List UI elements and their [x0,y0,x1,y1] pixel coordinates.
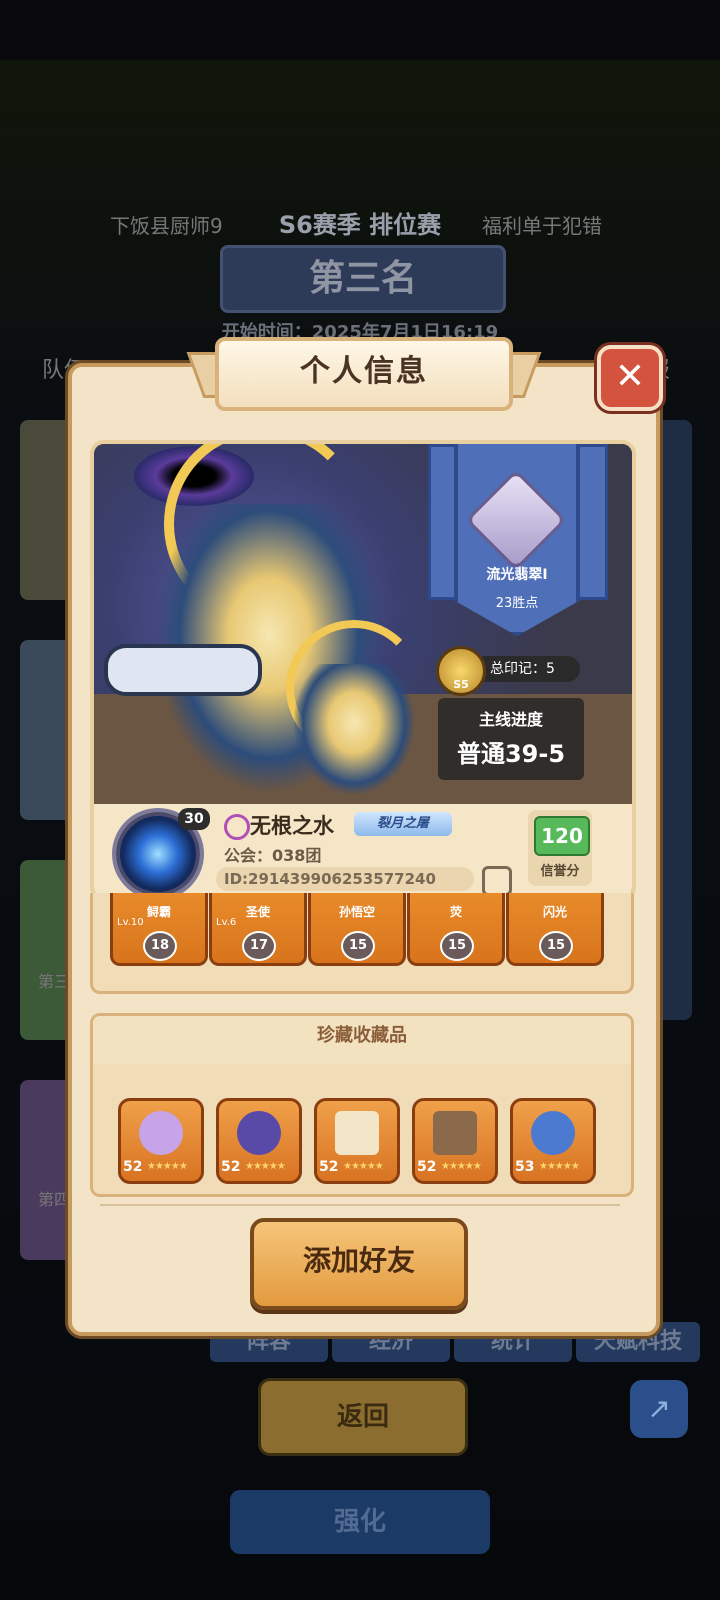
item-level: 52 [417,1159,437,1175]
marks-value: 5 [546,661,555,677]
left-player-name: 下饭县厨师9 [110,214,223,238]
credit-score: 120 信誉分 [528,810,592,886]
item-level: 53 [515,1159,535,1175]
credit-label: 信誉分 [540,864,580,879]
hero-card[interactable]: 荧 15 [407,893,505,966]
item-level: 52 [123,1159,143,1175]
hero-list: 鲟霸 Lv.10 18 圣使 Lv.6 17 孙悟空 15 荧 15 闪光 15 [90,893,634,1003]
banner-decoration [576,444,608,600]
collection-item[interactable]: 52 ★★★★★ [412,1098,498,1184]
total-marks: 总印记：5 [472,656,580,682]
hammer-icon [433,1111,477,1155]
female-gender-icon [224,814,250,840]
add-friend-button[interactable]: 添加好友 [250,1218,468,1310]
hero-level: Lv.6 [216,917,237,928]
hero-name: 荧 [449,905,462,919]
marks-label: 总印记： [490,661,546,677]
hero-card[interactable]: 鲟霸 Lv.10 18 [110,893,208,966]
rank-points: 23胜点 [495,596,539,611]
hero-count: 15 [539,931,573,961]
collection-title: 珍藏收藏品 [317,1025,407,1046]
butterfly-icon [139,1111,183,1155]
progress-label: 主线进度 [478,710,543,729]
hero-card[interactable]: 孙悟空 15 [308,893,406,966]
share-icon[interactable]: ↗ [630,1380,688,1438]
copy-icon[interactable] [482,866,512,896]
mainline-progress: 主线进度 普通39-5 [438,698,584,780]
strengthen-button[interactable]: 强化 [230,1490,490,1554]
hero-count: 17 [242,931,276,961]
right-player-name: 福利单于犯错 [482,214,602,238]
hero-count: 15 [440,931,474,961]
close-button[interactable]: ✕ [597,345,663,411]
rank-name: 流光翡翠I [486,567,548,583]
season-mark-icon[interactable]: S5 [436,646,486,696]
guild-name: 公会：038团 [224,846,322,865]
scroll-icon [335,1111,379,1155]
collection-item[interactable]: 52 ★★★★★ [216,1098,302,1184]
weapon-icon [104,644,262,696]
hero-count: 15 [341,931,375,961]
credit-value: 120 [534,816,590,856]
title-badge: 裂月之屠 [354,812,452,836]
hero-count: 18 [143,931,177,961]
rank-title: 第三名 [220,245,506,313]
progress-value: 普通39-5 [456,740,566,768]
moon-orb-icon [531,1111,575,1155]
hero-level: Lv.10 [117,917,144,928]
hero-card[interactable]: 闪光 15 [506,893,604,966]
item-level: 52 [221,1159,241,1175]
item-level: 52 [319,1159,339,1175]
item-stars: ★★★★★ [245,1161,286,1172]
player-name: 无根之水 [250,814,334,838]
player-info: 30 无根之水 裂月之屠 公会：038团 ID:2914399062535772… [94,804,632,897]
hero-name: 孙悟空 [338,905,375,919]
player-id: ID:291439906253577240 [216,867,474,891]
collection-item[interactable]: 53 ★★★★★ [510,1098,596,1184]
season-title: S6赛季 排位赛 [278,211,442,239]
hero-name: 闪光 [542,905,567,919]
divider [100,1204,620,1206]
collection-item[interactable]: 52 ★★★★★ [314,1098,400,1184]
modal-title: 个人信息 [215,337,513,411]
hero-showcase: 流光翡翠I 23胜点 总印记：5 S5 主线进度 普通39-5 30 无根之水 … [90,440,636,901]
player-level: 30 [178,808,210,830]
pet-character [294,664,414,794]
item-stars: ★★★★★ [441,1161,482,1172]
item-stars: ★★★★★ [147,1161,188,1172]
eye-totem-icon [237,1111,281,1155]
hero-art: 流光翡翠I 23胜点 总印记：5 S5 主线进度 普通39-5 [94,444,632,804]
item-stars: ★★★★★ [343,1161,384,1172]
item-stars: ★★★★★ [539,1161,580,1172]
collection-item[interactable]: 52 ★★★★★ [118,1098,204,1184]
back-button[interactable]: 返回 [258,1378,468,1456]
collection-panel: 珍藏收藏品 52 ★★★★★ 52 ★★★★★ 52 ★★★★★ 52 ★★★★… [90,1013,634,1197]
hero-card[interactable]: 圣使 Lv.6 17 [209,893,307,966]
